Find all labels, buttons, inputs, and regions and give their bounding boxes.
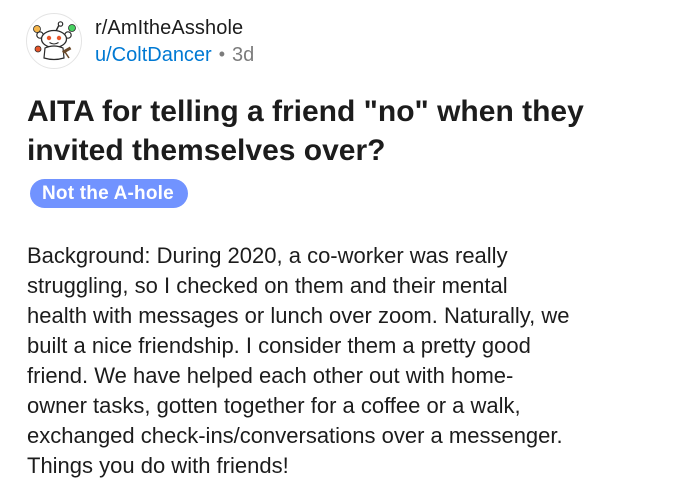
post-body-line: health with messages or lunch over zoom.… bbox=[27, 303, 570, 328]
post-meta: r/AmItheAsshole u/ColtDancer • 3d bbox=[95, 16, 254, 67]
author-link[interactable]: u/ColtDancer bbox=[95, 43, 212, 67]
post-body-line: built a nice friendship. I consider them… bbox=[27, 333, 531, 358]
post-title[interactable]: AITA for telling a friend "no" when they… bbox=[27, 92, 677, 170]
post-title-line: invited themselves over? bbox=[27, 134, 386, 167]
post-body: Background: During 2020, a co-worker was… bbox=[27, 241, 687, 481]
post-body-line: struggling, so I checked on them and the… bbox=[27, 273, 508, 298]
post-body-line: friend. We have helped each other out wi… bbox=[27, 363, 514, 388]
subreddit-avatar[interactable] bbox=[26, 13, 82, 69]
post-body-line: Things you do with friends! bbox=[27, 453, 289, 478]
post-body-line: Background: During 2020, a co-worker was… bbox=[27, 243, 508, 268]
post-title-line: AITA for telling a friend "no" when they bbox=[27, 95, 584, 128]
subreddit-name[interactable]: r/AmItheAsshole bbox=[95, 16, 254, 40]
reddit-post: r/AmItheAsshole u/ColtDancer • 3d AITA f… bbox=[0, 0, 700, 495]
post-body-line: owner tasks, gotten together for a coffe… bbox=[27, 393, 521, 418]
post-body-line: exchanged check-ins/conversations over a… bbox=[27, 423, 563, 448]
post-age: 3d bbox=[232, 43, 255, 66]
meta-separator: • bbox=[218, 43, 226, 64]
byline: u/ColtDancer • 3d bbox=[95, 43, 254, 67]
post-header: r/AmItheAsshole u/ColtDancer • 3d bbox=[26, 12, 254, 70]
post-flair[interactable]: Not the A-hole bbox=[30, 179, 188, 208]
snoo-judge-icon bbox=[33, 21, 76, 61]
